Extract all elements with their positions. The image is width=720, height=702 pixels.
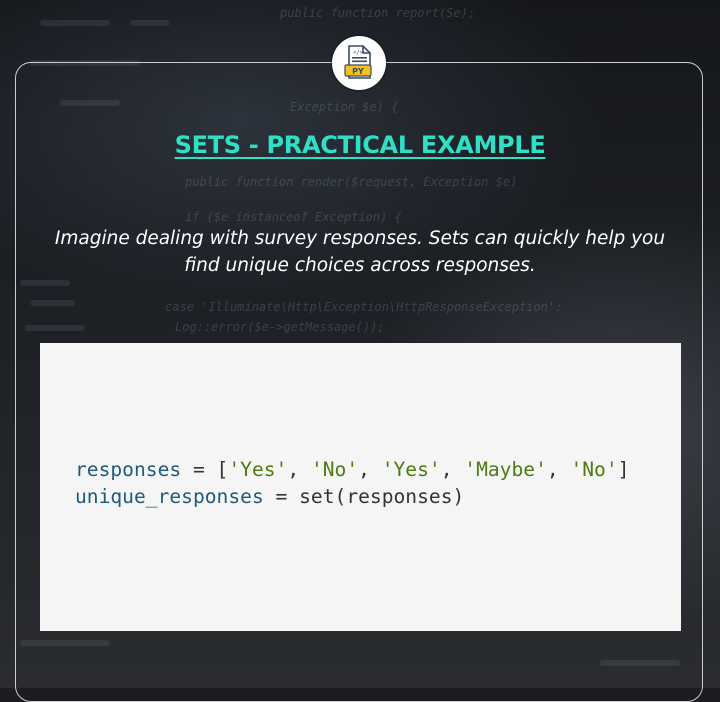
intro-paragraph: Imagine dealing with survey responses. S… — [54, 228, 666, 276]
code-separator: , — [358, 458, 382, 481]
code-bracket: ] — [617, 458, 630, 481]
python-file-icon: </> PY — [344, 45, 372, 79]
code-expression: = set(responses) — [263, 485, 465, 508]
code-separator: , — [287, 458, 311, 481]
code-line-1: responses = ['Yes', 'No', 'Yes', 'Maybe'… — [75, 458, 629, 481]
code-string: 'Yes' — [381, 458, 441, 481]
code-separator: , — [546, 458, 571, 481]
code-separator: , — [440, 458, 465, 481]
code-string: 'No' — [570, 458, 618, 481]
code-string: 'Yes' — [228, 458, 288, 481]
python-file-badge: </> PY — [332, 36, 386, 90]
code-operator: = [ — [181, 458, 229, 481]
code-string: 'No' — [310, 458, 359, 481]
svg-text:</>: </> — [353, 50, 364, 56]
code-block: responses = ['Yes', 'No', 'Yes', 'Maybe'… — [40, 343, 681, 631]
page-title: SETS - PRACTICAL EXAMPLE — [174, 131, 546, 159]
code-variable: unique_responses — [75, 485, 264, 508]
badge-label: PY — [352, 67, 364, 76]
code-string: 'Maybe' — [464, 458, 547, 481]
code-snippet: responses = ['Yes', 'No', 'Yes', 'Maybe'… — [75, 456, 629, 510]
code-line-2: unique_responses = set(responses) — [75, 485, 464, 508]
code-variable: responses — [75, 458, 182, 481]
